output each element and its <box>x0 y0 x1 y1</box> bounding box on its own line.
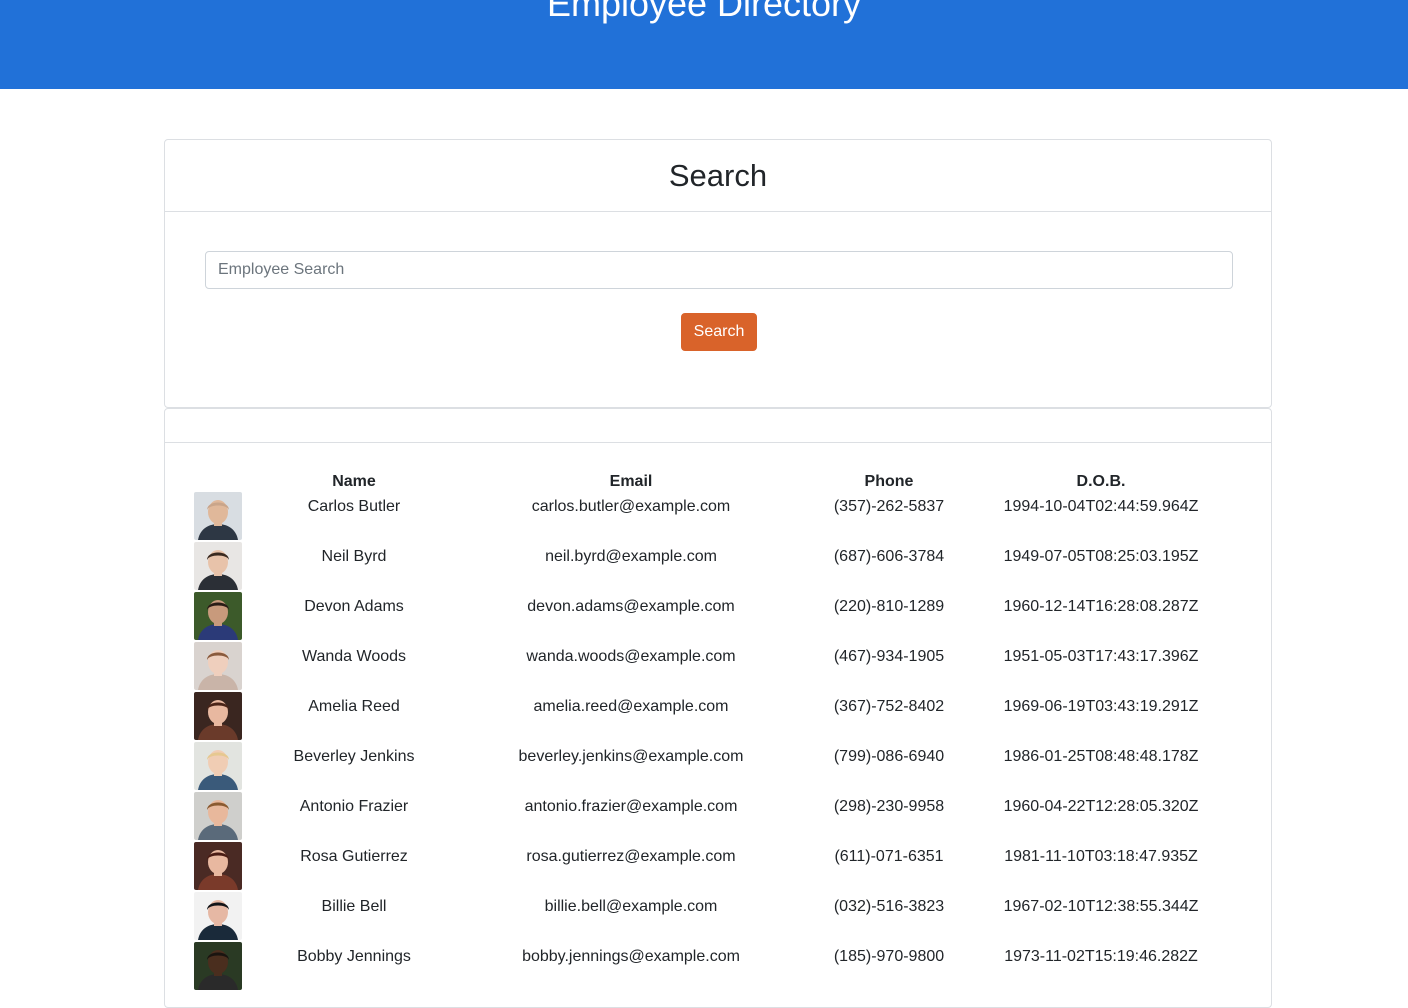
employee-avatar <box>194 942 242 990</box>
employee-email: antonio.frazier@example.com <box>524 798 738 815</box>
photo-cell <box>194 892 264 942</box>
employee-name: Carlos Butler <box>307 498 401 515</box>
results-card-header <box>165 409 1271 443</box>
employee-email: amelia.reed@example.com <box>533 698 729 715</box>
employee-dob: 1967-02-10T12:38:55.344Z <box>1003 898 1199 915</box>
column-header-name[interactable]: Name <box>264 459 444 492</box>
employee-name: Billie Bell <box>321 898 387 915</box>
table-header-row: Name Email Phone D.O.B. <box>194 459 1242 492</box>
page-title: Employee Directory <box>546 0 862 24</box>
employee-dob: 1994-10-04T02:44:59.964Z <box>1003 498 1199 515</box>
photo-cell <box>194 492 264 542</box>
employee-name: Beverley Jenkins <box>293 748 415 765</box>
table-row: Bobby Jennings bobby.jennings@example.com… <box>194 942 1242 992</box>
search-card-header: Search <box>165 140 1271 212</box>
employee-avatar <box>194 892 242 940</box>
photo-cell <box>194 542 264 592</box>
employee-avatar <box>194 642 242 690</box>
employee-dob: 1969-06-19T03:43:19.291Z <box>1003 698 1199 715</box>
search-card-title: Search <box>668 157 768 193</box>
employee-email: carlos.butler@example.com <box>531 498 731 515</box>
employee-name: Wanda Woods <box>301 648 407 665</box>
results-card: Name Email Phone D.O.B. Carlos Butler car… <box>164 408 1272 1008</box>
photo-cell <box>194 592 264 642</box>
employee-name: Amelia Reed <box>308 698 400 715</box>
employee-email: billie.bell@example.com <box>544 898 718 915</box>
table-row: Billie Bell billie.bell@example.com (032)-… <box>194 892 1242 942</box>
employee-phone: (032)-516-3823 <box>833 898 945 915</box>
employee-phone: (467)-934-1905 <box>833 648 945 665</box>
employee-dob: 1981-11-10T03:18:47.935Z <box>1004 848 1198 865</box>
table-row: Beverley Jenkins beverley.jenkins@example… <box>194 742 1242 792</box>
employee-name: Devon Adams <box>304 598 404 615</box>
employee-email: beverley.jenkins@example.com <box>518 748 744 765</box>
employee-dob: 1986-01-25T08:48:48.178Z <box>1003 748 1199 765</box>
employee-avatar <box>194 842 242 890</box>
column-header-phone[interactable]: Phone <box>818 459 960 492</box>
photo-cell <box>194 792 264 842</box>
employee-name: Bobby Jennings <box>297 948 411 965</box>
employee-dob: 1960-12-14T16:28:08.287Z <box>1003 598 1199 615</box>
table-row: Neil Byrd neil.byrd@example.com (687)-606-… <box>194 542 1242 592</box>
employee-dob: 1960-04-22T12:28:05.320Z <box>1003 798 1199 815</box>
photo-cell <box>194 742 264 792</box>
employee-email: neil.byrd@example.com <box>545 548 717 565</box>
employee-avatar <box>194 792 242 840</box>
employee-phone: (367)-752-8402 <box>833 698 945 715</box>
employee-avatar <box>194 492 242 540</box>
page-header: Employee Directory <box>0 0 1408 89</box>
employee-phone: (185)-970-9800 <box>833 948 945 965</box>
employee-email: bobby.jennings@example.com <box>522 948 740 965</box>
employee-name: Neil Byrd <box>321 548 387 565</box>
employee-phone: (687)-606-3784 <box>833 548 945 565</box>
employee-phone: (611)-071-6351 <box>834 848 944 865</box>
column-header-photo <box>194 459 264 492</box>
table-row: Rosa Gutierrez rosa.gutierrez@example.com… <box>194 842 1242 892</box>
employee-phone: (298)-230-9958 <box>833 798 945 815</box>
photo-cell <box>194 842 264 892</box>
employee-avatar <box>194 592 242 640</box>
employee-phone: (357)-262-5837 <box>833 498 945 515</box>
employee-name: Antonio Frazier <box>299 798 409 815</box>
column-header-dob[interactable]: D.O.B. <box>960 459 1242 492</box>
photo-cell <box>194 942 264 992</box>
employee-phone: (220)-810-1289 <box>833 598 945 615</box>
employee-avatar <box>194 742 242 790</box>
employee-rows: Carlos Butler carlos.butler@example.com (3… <box>194 492 1242 992</box>
employee-table: Name Email Phone D.O.B. Carlos Butler car… <box>194 459 1242 992</box>
employee-name: Rosa Gutierrez <box>300 848 408 865</box>
employee-phone: (799)-086-6940 <box>833 748 945 765</box>
table-row: Amelia Reed amelia.reed@example.com (367)-… <box>194 692 1242 742</box>
photo-cell <box>194 692 264 742</box>
employee-avatar <box>194 542 242 590</box>
table-row: Carlos Butler carlos.butler@example.com (3… <box>194 492 1242 542</box>
employee-dob: 1951-05-03T17:43:17.396Z <box>1003 648 1199 665</box>
employee-dob: 1949-07-05T08:25:03.195Z <box>1003 548 1199 565</box>
search-button[interactable]: Search <box>681 313 757 351</box>
employee-email: devon.adams@example.com <box>527 598 735 615</box>
table-row: Wanda Woods wanda.woods@example.com (467)-… <box>194 642 1242 692</box>
column-header-email[interactable]: Email <box>444 459 818 492</box>
table-row: Devon Adams devon.adams@example.com (220)-… <box>194 592 1242 642</box>
photo-cell <box>194 642 264 692</box>
search-card: Search Search <box>164 139 1272 408</box>
table-row: Antonio Frazier antonio.frazier@example.c… <box>194 792 1242 842</box>
employee-dob: 1973-11-02T15:19:46.282Z <box>1004 948 1198 965</box>
employee-email: wanda.woods@example.com <box>526 648 736 665</box>
employee-email: rosa.gutierrez@example.com <box>526 848 736 865</box>
employee-avatar <box>194 692 242 740</box>
employee-search-input[interactable] <box>205 251 1233 289</box>
